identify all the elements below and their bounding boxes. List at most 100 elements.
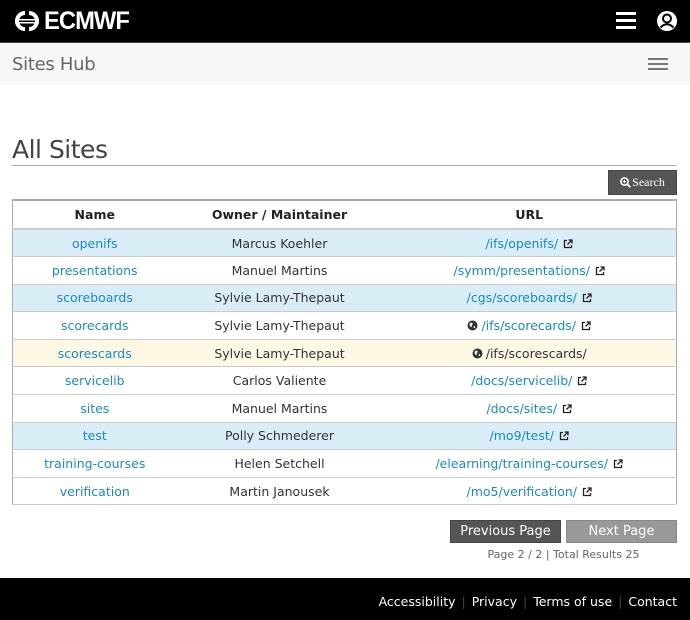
cell-name: scorecards bbox=[12, 311, 177, 340]
cell-name: scorescards bbox=[12, 339, 177, 368]
search-button[interactable]: Search bbox=[608, 170, 677, 195]
footer-links: Accessibility | Privacy | Terms of use |… bbox=[379, 594, 677, 609]
cell-name: scoreboards bbox=[12, 284, 177, 313]
table-row: sites Manuel Martins/docs/sites/ bbox=[12, 394, 677, 423]
cell-url: /symm/presentations/ bbox=[382, 256, 677, 285]
column-header-url: URL bbox=[382, 200, 677, 230]
external-link-icon[interactable] bbox=[562, 404, 572, 414]
cell-owner: Sylvie Lamy-Thepaut bbox=[176, 339, 383, 368]
footer-link-accessibility[interactable]: Accessibility bbox=[379, 594, 456, 609]
external-link-icon[interactable] bbox=[581, 321, 591, 331]
cell-url: /mo5/verification/ bbox=[382, 477, 677, 506]
site-name-link[interactable]: test bbox=[83, 428, 107, 443]
cell-url: /docs/sites/ bbox=[382, 394, 677, 423]
site-url-text: /ifs/scorescards/ bbox=[485, 345, 587, 361]
site-name-link[interactable]: openifs bbox=[72, 236, 118, 251]
site-name-link[interactable]: presentations bbox=[52, 263, 138, 278]
site-url-link[interactable]: /symm/presentations/ bbox=[453, 263, 590, 278]
site-url-link[interactable]: /mo9/test/ bbox=[490, 428, 554, 443]
cell-name: verification bbox=[12, 477, 177, 506]
external-link-icon[interactable] bbox=[582, 293, 592, 303]
separator: | bbox=[522, 594, 528, 609]
cell-owner: Sylvie Lamy-Thepaut bbox=[176, 284, 383, 313]
pagination-info: Page 2 / 2 | Total Results 25 bbox=[487, 548, 640, 561]
footer-link-contact[interactable]: Contact bbox=[628, 594, 677, 609]
cell-owner: Sylvie Lamy-Thepaut bbox=[176, 311, 383, 340]
column-header-name: Name bbox=[12, 200, 177, 230]
cell-owner: Manuel Martins bbox=[176, 394, 383, 423]
site-url-link[interactable]: /ifs/scorecards/ bbox=[481, 318, 576, 333]
site-name-link[interactable]: training-courses bbox=[44, 456, 145, 471]
hamburger-menu-icon[interactable] bbox=[616, 12, 636, 30]
site-name-link[interactable]: scorecards bbox=[61, 318, 129, 333]
column-header-owner: Owner / Maintainer bbox=[176, 200, 383, 230]
table-row: scorescards Sylvie Lamy-Thepaut/ifs/score… bbox=[12, 339, 677, 368]
table-header-row: Name Owner / Maintainer URL bbox=[12, 200, 677, 230]
user-account-icon[interactable] bbox=[656, 10, 678, 32]
cell-name: sites bbox=[12, 394, 177, 423]
globe-icon bbox=[467, 320, 478, 331]
site-url-link[interactable]: /docs/servicelib/ bbox=[471, 373, 572, 388]
top-navbar: ECMWF bbox=[0, 0, 690, 42]
site-name-link[interactable]: verification bbox=[60, 484, 130, 499]
app-subheader: Sites Hub bbox=[0, 42, 690, 85]
cell-name: servicelib bbox=[12, 366, 177, 396]
sites-table: Name Owner / Maintainer URL openifs Marcu… bbox=[12, 199, 677, 506]
table-row: openifs Marcus Koehler/ifs/openifs/ bbox=[12, 229, 677, 258]
search-button-label: Search bbox=[632, 175, 665, 189]
table-row: verification Martin Janousek/mo5/verifica… bbox=[12, 477, 677, 506]
site-name-link[interactable]: sites bbox=[80, 401, 109, 416]
site-url-link[interactable]: /cgs/scoreboards/ bbox=[467, 290, 577, 305]
hamburger-menu-icon[interactable] bbox=[648, 58, 668, 72]
cell-name: presentations bbox=[12, 256, 177, 285]
cell-url: /elearning/training-courses/ bbox=[382, 449, 677, 478]
site-url-link[interactable]: /ifs/openifs/ bbox=[485, 236, 558, 251]
ecmwf-logo-icon bbox=[15, 11, 39, 31]
title-divider bbox=[12, 165, 677, 166]
cell-owner: Helen Setchell bbox=[176, 449, 383, 478]
cell-owner: Carlos Valiente bbox=[176, 366, 383, 396]
page-title: All Sites bbox=[12, 135, 108, 164]
table-row: training-courses Helen Setchell/elearning… bbox=[12, 449, 677, 478]
app-title[interactable]: Sites Hub bbox=[12, 54, 96, 75]
separator: | bbox=[461, 594, 466, 609]
footer-link-privacy[interactable]: Privacy bbox=[472, 594, 517, 609]
cell-owner: Martin Janousek bbox=[176, 477, 383, 506]
cell-url: /ifs/openifs/ bbox=[382, 229, 677, 258]
separator: | bbox=[618, 594, 623, 609]
cell-url: /docs/servicelib/ bbox=[382, 366, 677, 396]
next-page-button[interactable]: Next Page bbox=[566, 520, 677, 543]
previous-page-button[interactable]: Previous Page bbox=[450, 520, 561, 543]
globe-icon bbox=[472, 348, 483, 359]
external-link-icon[interactable] bbox=[577, 376, 588, 386]
site-url-link[interactable]: /elearning/training-courses/ bbox=[435, 456, 608, 471]
external-link-icon[interactable] bbox=[595, 266, 605, 276]
cell-name: test bbox=[12, 422, 177, 451]
table-row: presentations Manuel Martins/symm/present… bbox=[12, 256, 677, 285]
zoom-search-icon bbox=[620, 177, 632, 188]
cell-name: openifs bbox=[12, 229, 177, 258]
external-link-icon[interactable] bbox=[613, 459, 623, 469]
table-row: test Polly Schmederer/mo9/test/ bbox=[12, 422, 677, 451]
cell-owner: Polly Schmederer bbox=[176, 422, 383, 451]
site-name-link[interactable]: servicelib bbox=[65, 373, 125, 388]
brand-name: ECMWF bbox=[44, 7, 130, 35]
cell-owner: Manuel Martins bbox=[176, 256, 383, 285]
site-name-link[interactable]: scoreboards bbox=[57, 290, 133, 305]
brand-logo[interactable]: ECMWF bbox=[12, 7, 133, 35]
site-url-link[interactable]: /docs/sites/ bbox=[486, 401, 557, 416]
external-link-icon[interactable] bbox=[563, 238, 573, 249]
table-row: servicelib Carlos Valiente/docs/serviceli… bbox=[12, 366, 677, 396]
external-link-icon[interactable] bbox=[582, 486, 592, 497]
footer-link-terms[interactable]: Terms of use bbox=[533, 594, 612, 609]
cell-url: /cgs/scoreboards/ bbox=[382, 284, 677, 313]
cell-name: training-courses bbox=[12, 449, 177, 478]
table-row: scorecards Sylvie Lamy-Thepaut/ifs/scorec… bbox=[12, 311, 677, 340]
site-name-link[interactable]: scorescards bbox=[58, 346, 132, 361]
site-url-link[interactable]: /mo5/verification/ bbox=[467, 484, 577, 499]
external-link-icon[interactable] bbox=[559, 431, 569, 441]
cell-owner: Marcus Koehler bbox=[176, 229, 383, 258]
cell-url: /ifs/scorecards/ bbox=[382, 311, 677, 340]
cell-url: /mo9/test/ bbox=[382, 422, 677, 451]
table-body: openifs Marcus Koehler/ifs/openifs/presen… bbox=[12, 229, 677, 506]
